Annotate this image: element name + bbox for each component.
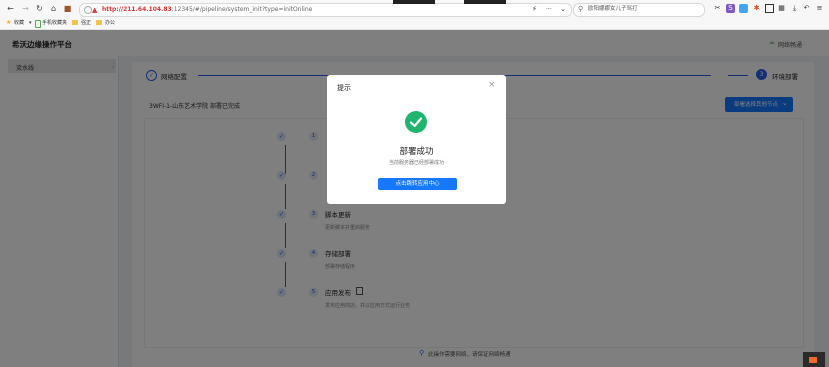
search-box[interactable]: ⚲ 欧阳娜娜女儿子骂打	[573, 3, 705, 17]
tab-strip-2	[464, 0, 506, 4]
search-icon: ⚲	[578, 5, 584, 13]
dialog-heading: 部署成功	[399, 147, 434, 157]
window-icon[interactable]	[765, 4, 774, 13]
bookmark-favorites[interactable]: 收藏	[14, 19, 24, 27]
cut-icon[interactable]: ✂	[713, 4, 722, 13]
bookmark-folder-2[interactable]: 办公	[105, 19, 115, 27]
go-to-app-center-button[interactable]: 点击跳转应用中心	[378, 178, 457, 190]
grid-icon[interactable]: ▦	[777, 4, 786, 13]
insecure-warning-icon[interactable]: ▲	[92, 5, 97, 15]
back-icon[interactable]: ←	[5, 3, 16, 14]
menu-icon[interactable]: ≡	[815, 4, 824, 13]
download-icon[interactable]: ⤓	[790, 4, 799, 13]
star-icon: ★	[6, 19, 12, 26]
success-check-icon	[405, 111, 427, 133]
reload-icon[interactable]: ↻	[34, 3, 45, 14]
more-icon[interactable]: ···	[546, 4, 552, 15]
taskbar-app-icon[interactable]	[803, 352, 825, 367]
url-text[interactable]: http://211.64.104.83:12345/#/pipeline/sy…	[102, 5, 312, 15]
undo-icon[interactable]: ↶	[802, 4, 811, 13]
search-placeholder: 欧阳娜娜女儿子骂打	[588, 6, 638, 12]
dropdown-icon[interactable]: ▾	[29, 19, 32, 27]
folder-icon	[72, 20, 78, 25]
chevron-down-icon[interactable]: ⌄	[560, 4, 566, 15]
dialog-title: 提示	[337, 84, 351, 92]
tab-strip	[393, 0, 435, 4]
bookmarks-bar: ★ 收藏 ▾ 手机收藏夹 强正 办公	[0, 18, 829, 30]
extension-blue-icon[interactable]	[739, 4, 748, 13]
lightning-icon[interactable]: ⚡	[532, 4, 537, 15]
success-dialog: 提示 × 部署成功 当前服务器已经部署成功 点击跳转应用中心	[327, 75, 506, 204]
shield-icon[interactable]: ■	[62, 3, 73, 14]
folder-icon	[96, 20, 102, 25]
close-icon[interactable]: ×	[488, 80, 496, 90]
app-icon	[809, 357, 817, 363]
home-icon[interactable]: ⌂	[48, 3, 59, 14]
extension-icon[interactable]: S	[726, 4, 735, 13]
site-info-icon[interactable]	[84, 6, 92, 14]
forward-icon[interactable]: →	[20, 3, 31, 14]
address-bar[interactable]: ▲ http://211.64.104.83:12345/#/pipeline/…	[79, 3, 572, 17]
phone-icon	[35, 20, 41, 28]
bookmark-folder-1[interactable]: 强正	[81, 19, 91, 27]
dialog-message: 当前服务器已经部署成功	[388, 160, 444, 166]
extension-orange-icon[interactable]: ✱	[752, 4, 761, 13]
bookmark-mobile[interactable]: 手机收藏夹	[42, 19, 67, 27]
